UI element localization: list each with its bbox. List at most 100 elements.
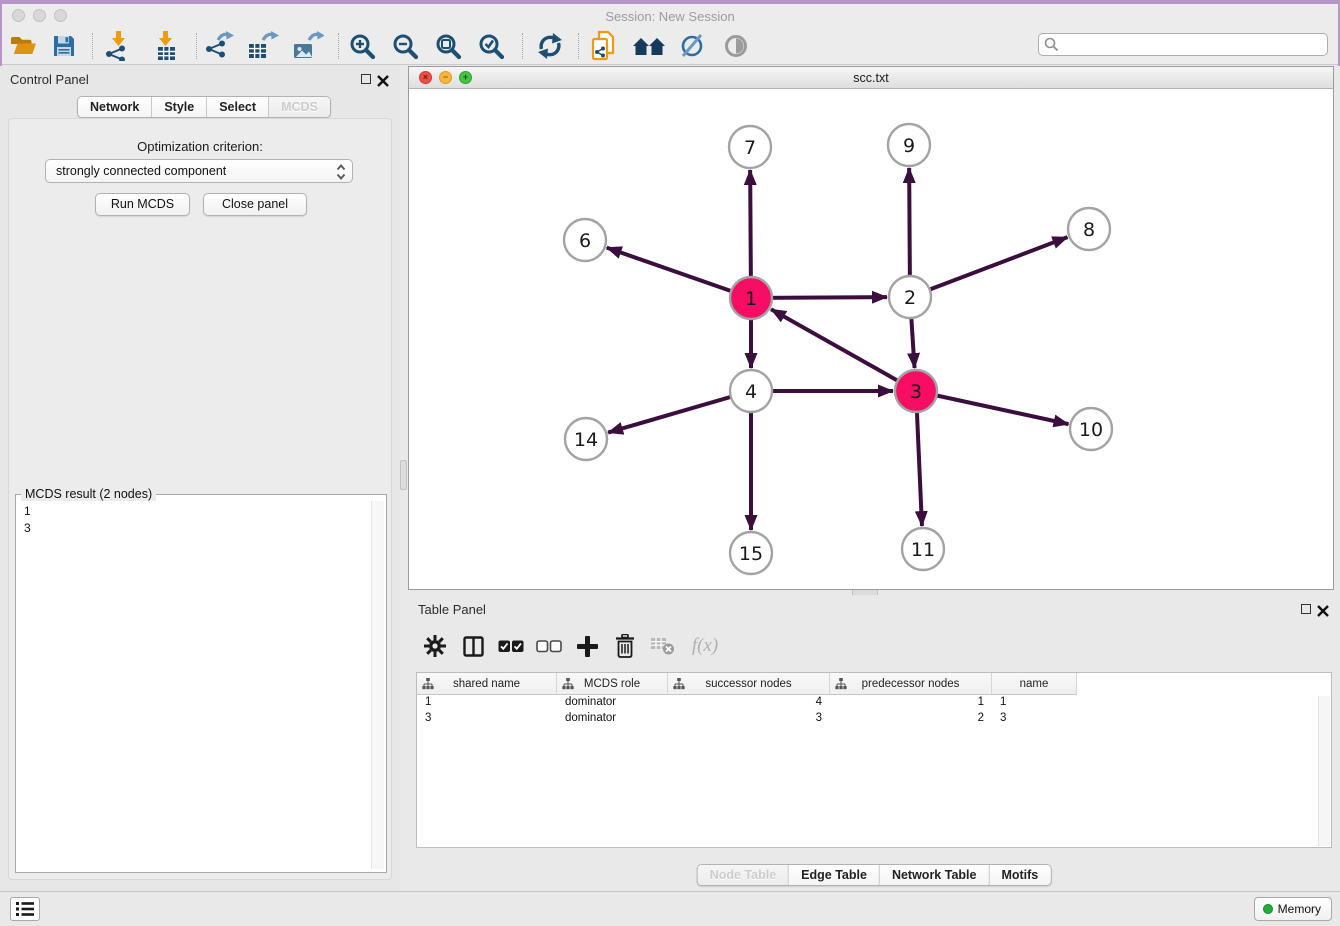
column-header-predecessor-nodes[interactable]: predecessor nodes [830,673,992,695]
edge-3-1[interactable] [771,309,916,391]
delete-table-button[interactable] [644,630,682,662]
toolbar-separator [92,33,93,59]
import-table-button[interactable] [151,30,181,62]
edge-3-10[interactable] [916,391,1069,424]
tab-network[interactable]: Network [78,97,151,117]
tab-motifs[interactable]: Motifs [988,865,1050,885]
zoom-fit-button[interactable] [435,30,462,62]
control-panel: Control Panel NetworkStyleSelectMCDS Opt… [0,65,400,891]
zoom-selected-button[interactable] [478,30,505,62]
node-4[interactable]: 4 [730,370,772,412]
tab-style[interactable]: Style [151,97,206,117]
table-body: 1dominator4113dominator323 [417,695,1331,727]
mcds-result-title: MCDS result (2 nodes) [21,487,156,501]
tab-select[interactable]: Select [206,97,268,117]
vertical-splitter-grip[interactable] [400,460,407,490]
titlebar: Session: New Session [0,4,1340,28]
table-tabs: Node TableEdge TableNetwork TableMotifs [697,864,1052,886]
mcds-result-scrollbar[interactable] [371,501,384,869]
tab-mcds[interactable]: MCDS [268,97,330,117]
refresh-button[interactable] [536,30,564,62]
node-15[interactable]: 15 [730,532,772,574]
table-panel-float-button[interactable] [1301,604,1311,614]
column-header-label: MCDS role [584,678,640,690]
import-network-button[interactable] [103,30,133,62]
hide-annotations-button[interactable] [678,30,706,62]
table-cell[interactable]: 4 [668,695,830,711]
control-panel-float-button[interactable] [361,74,371,84]
node-label: 2 [904,287,916,309]
export-image-button[interactable] [292,30,324,62]
node-8[interactable]: 8 [1068,208,1110,250]
deselect-all-checkboxes-button[interactable] [530,630,568,662]
column-header-shared-name[interactable]: shared name [417,673,557,695]
checked-boxes-icon [498,640,524,653]
task-history-button[interactable] [10,897,40,921]
table-cell[interactable]: 3 [992,711,1077,727]
table-scrollbar[interactable] [1318,696,1330,846]
node-label: 8 [1083,219,1095,241]
control-panel-tabs: NetworkStyleSelectMCDS [77,96,331,118]
table-cell[interactable]: 1 [992,695,1077,711]
table-cell[interactable]: dominator [557,695,668,711]
node-2[interactable]: 2 [889,276,931,318]
table-panel-close-button[interactable] [1317,605,1329,617]
table-settings-button[interactable] [416,630,454,662]
network-canvas[interactable]: 7 9 6 8 1 2 4 3 14 10 15 11 [409,89,1333,589]
node-10[interactable]: 10 [1070,408,1112,450]
node-label: 3 [910,381,922,403]
delete-table-icon [651,637,675,655]
search-input[interactable] [1038,33,1328,56]
table-row[interactable]: 3dominator323 [417,711,1331,727]
delete-column-button[interactable] [606,630,644,662]
table-cell[interactable]: 3 [417,711,557,727]
node-6[interactable]: 6 [564,219,606,261]
tab-network-table[interactable]: Network Table [879,865,989,885]
table-cell[interactable]: 1 [417,695,557,711]
node-11[interactable]: 11 [902,528,944,570]
table-row[interactable]: 1dominator411 [417,695,1331,711]
node-9[interactable]: 9 [888,124,930,166]
control-panel-close-button[interactable] [377,75,389,87]
node-7[interactable]: 7 [729,126,771,168]
dropdown-value: strongly connected component [56,164,226,178]
edge-4-14[interactable] [608,391,751,433]
column-header-name[interactable]: name [992,673,1077,695]
save-session-button[interactable] [52,30,76,62]
export-network-button[interactable] [205,30,235,62]
table-cell[interactable]: dominator [557,711,668,727]
select-all-checkboxes-button[interactable] [492,630,530,662]
open-session-button[interactable] [10,30,37,62]
mcds-result-text[interactable]: 1 3 [18,501,370,869]
function-builder-button[interactable]: f(x) [682,630,728,662]
tab-node-table[interactable]: Node Table [698,865,788,885]
table-cell[interactable]: 1 [830,695,992,711]
table-cell[interactable]: 3 [668,711,830,727]
node-label: 9 [903,135,915,157]
close-panel-button[interactable]: Close panel [203,193,307,216]
node-14[interactable]: 14 [565,418,607,460]
level-of-detail-button[interactable] [722,30,750,62]
column-header-MCDS-role[interactable]: MCDS role [557,673,668,695]
search-field [1038,33,1328,56]
add-column-button[interactable] [568,630,606,662]
edge-1-6[interactable] [607,248,751,298]
clone-network-button[interactable] [590,30,618,62]
column-header-successor-nodes[interactable]: successor nodes [668,673,830,695]
table-cell[interactable]: 2 [830,711,992,727]
table-panel-title: Table Panel [418,602,486,617]
columns-icon [463,636,484,657]
memory-button[interactable]: Memory [1254,897,1332,921]
zoom-out-button[interactable] [392,30,419,62]
zoom-in-button[interactable] [349,30,376,62]
export-table-button[interactable] [247,30,279,62]
home-button[interactable] [632,30,666,62]
run-mcds-button[interactable]: Run MCDS [95,193,190,216]
dropdown-stepper-icon [335,163,347,181]
node-3[interactable]: 3 [895,370,937,412]
optimization-criterion-dropdown[interactable]: strongly connected component [45,159,353,183]
node-1[interactable]: 1 [730,277,772,319]
show-columns-button[interactable] [454,630,492,662]
tab-edge-table[interactable]: Edge Table [788,865,879,885]
edge-2-8[interactable] [910,237,1067,297]
